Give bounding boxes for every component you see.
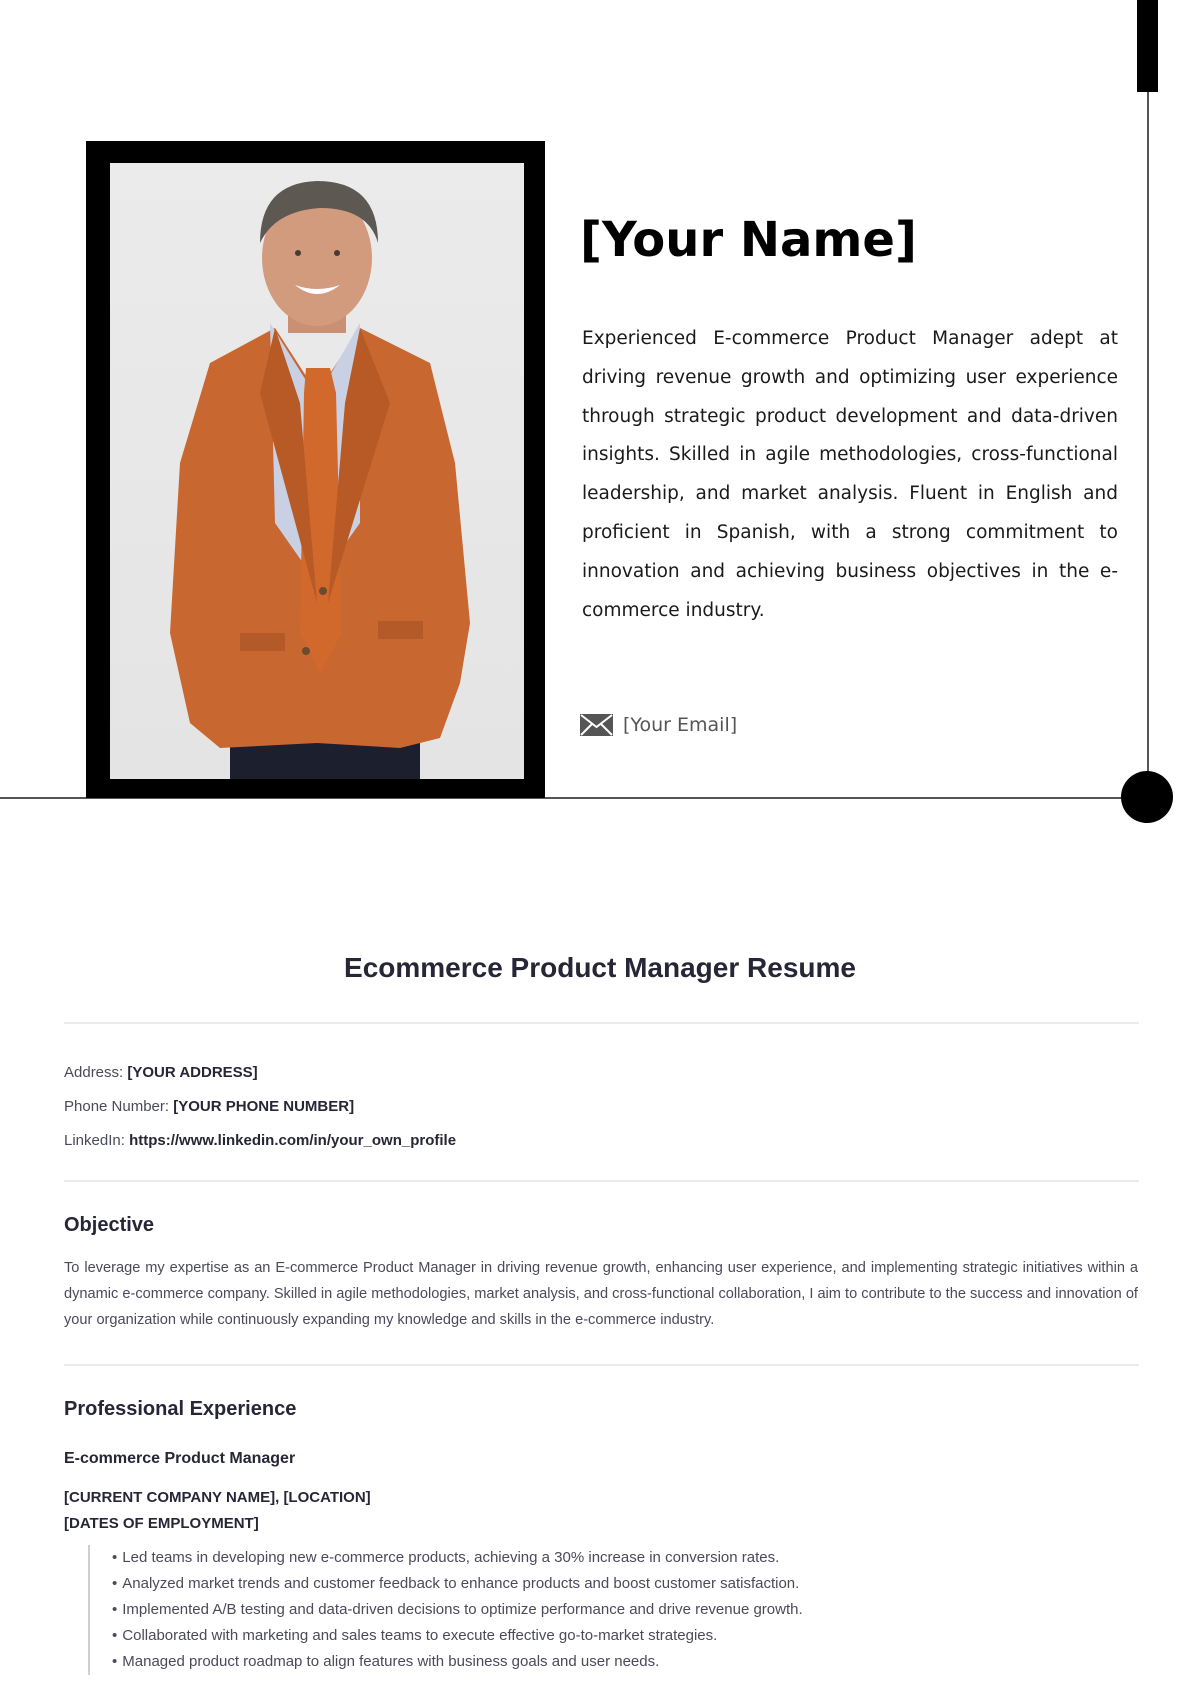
contact-linkedin: LinkedIn: https://www.linkedin.com/in/yo… — [64, 1132, 457, 1149]
divider — [64, 1364, 1139, 1366]
contact-block: Address: [YOUR ADDRESS] Phone Number: [Y… — [64, 1056, 456, 1158]
envelope-icon — [580, 714, 613, 736]
objective-heading: Objective — [64, 1214, 155, 1236]
divider — [64, 1180, 1139, 1182]
job-company: [CURRENT COMPANY NAME], [LOCATION] — [64, 1489, 371, 1506]
linkedin-link[interactable]: https://www.linkedin.com/in/your_own_pro… — [129, 1132, 456, 1149]
list-item: Managed product roadmap to align feature… — [112, 1649, 803, 1675]
job-bullets: Led teams in developing new e-commerce p… — [88, 1545, 803, 1675]
decorative-top-bar — [1137, 0, 1158, 92]
contact-address: Address: [YOUR ADDRESS] — [64, 1064, 258, 1081]
email-text[interactable]: [Your Email] — [623, 714, 737, 736]
portrait-illustration — [170, 181, 470, 779]
job-meta: [CURRENT COMPANY NAME], [LOCATION] [DATE… — [64, 1485, 371, 1537]
divider — [64, 1022, 1139, 1024]
candidate-name: [Your Name] — [580, 212, 917, 268]
list-item: Analyzed market trends and customer feed… — [112, 1571, 803, 1597]
list-item: Implemented A/B testing and data-driven … — [112, 1597, 802, 1623]
list-item: Collaborated with marketing and sales te… — [112, 1623, 803, 1649]
decorative-circle — [1121, 771, 1173, 823]
profile-photo — [110, 163, 524, 779]
objective-text: To leverage my expertise as an E-commerc… — [64, 1260, 1138, 1328]
profile-photo-frame — [86, 141, 545, 798]
job-title: E-commerce Product Manager — [64, 1450, 296, 1467]
profile-summary: Experienced E-commerce Product Manager a… — [582, 328, 1118, 621]
contact-phone: Phone Number: [YOUR PHONE NUMBER] — [64, 1098, 355, 1115]
experience-heading: Professional Experience — [64, 1398, 297, 1420]
decorative-vertical-line — [1147, 92, 1149, 797]
job-dates: [DATES OF EMPLOYMENT] — [64, 1515, 259, 1532]
document-title: Ecommerce Product Manager Resume — [344, 952, 856, 983]
list-item: Led teams in developing new e-commerce p… — [112, 1545, 803, 1571]
email-row: [Your Email] — [580, 714, 737, 736]
